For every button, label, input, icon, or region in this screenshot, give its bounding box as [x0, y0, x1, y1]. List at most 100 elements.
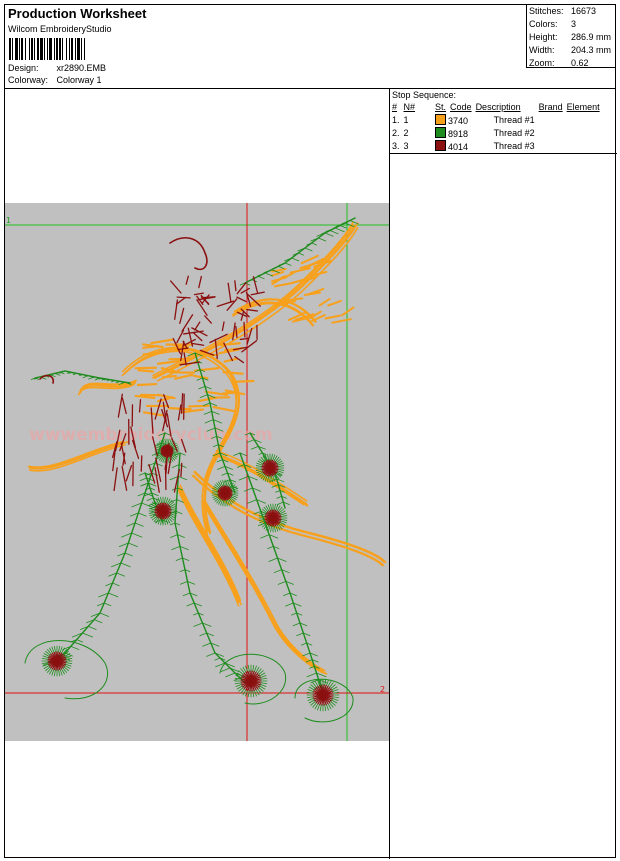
body-feather — [216, 459, 223, 463]
column-divider — [389, 89, 390, 859]
stat-zoom-label: Zoom: — [529, 58, 555, 68]
colorway-label: Colorway: — [8, 75, 49, 85]
tail-feather-mid — [179, 569, 186, 573]
page-title: Production Worksheet — [8, 6, 147, 21]
wing-feather-top — [329, 230, 339, 235]
colorway-value: Colorway 1 — [56, 75, 102, 85]
orange-wing-fill — [270, 270, 285, 277]
col-header-needle: N# — [403, 102, 416, 112]
orange-stitch-run — [27, 440, 125, 468]
eye-fringe — [270, 525, 273, 533]
tail-feather-left — [124, 552, 133, 557]
row-code: 4014 — [448, 141, 469, 152]
red-crest-stitch — [196, 299, 208, 316]
tail-feather-left — [107, 592, 119, 598]
row-needle: 3 — [403, 140, 409, 151]
table-row: 2. 2 8918 Thread #2 — [390, 126, 602, 139]
table-row: 3. 3 4014 Thread #3 — [390, 139, 602, 152]
red-crest-stitch — [221, 321, 225, 332]
tail-feather-left — [76, 639, 84, 643]
row-index: 3. — [392, 140, 400, 151]
tail-feather-mid — [177, 475, 188, 481]
watermark-text: wwwembroideryclub.com — [29, 425, 273, 445]
orange-body-fill — [192, 374, 209, 380]
orange-body-fill — [142, 411, 164, 417]
red-crest-stitch — [252, 276, 259, 294]
row-brand — [537, 113, 565, 126]
design-value: xr2890.EMB — [56, 63, 107, 73]
red-crest-stitch — [174, 299, 179, 320]
body-feather — [204, 419, 214, 424]
orange-body-fill — [168, 371, 196, 374]
eye-fringe — [58, 645, 61, 653]
orange-wing-fill — [273, 281, 295, 288]
orange-body-fill — [231, 379, 255, 383]
end-marker: 2 — [380, 685, 385, 694]
side-feather — [276, 495, 283, 499]
orange-wing-fill — [303, 291, 322, 296]
tail-feather-right — [233, 452, 241, 456]
red-plume-stitch — [121, 397, 127, 415]
tail-feather-right — [306, 672, 317, 678]
stat-height: Height: 286.9 mm — [529, 32, 611, 42]
tail-feather-right — [285, 602, 294, 607]
thread-1-stitches — [27, 221, 387, 675]
eye-fringe — [280, 515, 288, 518]
small-feather — [138, 472, 146, 476]
stat-colors-label: Colors: — [529, 19, 558, 29]
design-preview: 1 2 wwwembroideryclub.com — [5, 203, 389, 741]
tail-loop — [24, 640, 109, 700]
wing-feather-top — [324, 232, 334, 237]
eye-fringe — [231, 493, 239, 496]
table-row: 1. 1 3740 Thread #1 — [390, 113, 602, 126]
eye-fringe — [270, 453, 273, 461]
eye-fringe — [234, 682, 242, 685]
eye-fringe — [259, 675, 267, 678]
eye-fringe — [331, 689, 339, 692]
eye-fringe — [270, 503, 273, 511]
tail-feather-mid — [169, 522, 176, 526]
red-crest-stitch — [169, 280, 182, 294]
eye-fringe — [259, 684, 267, 687]
red-crest-stitch — [190, 342, 205, 346]
tail-feather-right — [296, 632, 304, 637]
stat-stitches-label: Stitches: — [529, 6, 564, 16]
col-header-index: # — [392, 102, 398, 112]
eye-fringe — [59, 669, 63, 676]
orange-body-fill — [136, 382, 158, 387]
eye-fringe — [273, 503, 276, 511]
body-feather — [198, 385, 206, 390]
eye-fringe — [235, 684, 243, 687]
row-code: 3740 — [448, 115, 469, 126]
eye-fringe — [252, 664, 255, 672]
col-header-code: Code — [450, 102, 472, 112]
tail-feather-mid — [206, 652, 216, 657]
red-crest-stitch — [179, 307, 185, 325]
eye-fringe — [58, 669, 61, 677]
eye-fringe — [53, 669, 56, 677]
stat-width: Width: 204.3 mm — [529, 45, 611, 55]
red-crest-stitch — [185, 275, 189, 285]
eye-fringe — [307, 689, 315, 692]
tail-feather-mid — [179, 580, 188, 585]
body-feather — [196, 377, 203, 381]
tail-feather-right — [247, 499, 258, 504]
row-brand — [537, 126, 565, 139]
tail-feather-right — [302, 652, 311, 657]
wing-feather-top — [339, 225, 347, 229]
stat-stitches: Stitches: 16673 — [529, 6, 596, 16]
stat-colors-value: 3 — [571, 19, 577, 29]
row-needle: 2 — [403, 127, 409, 138]
tail-feather-mid — [175, 557, 183, 561]
row-description: Thread #3 — [493, 140, 535, 151]
wing-feather-top — [304, 247, 313, 252]
tail-feather-left — [70, 645, 80, 650]
wing-feather-top — [264, 272, 273, 277]
eye-fringe — [319, 704, 322, 712]
tail-feather-mid — [170, 534, 178, 538]
barcode — [9, 38, 133, 60]
red-plume-stitch — [117, 393, 123, 418]
stat-zoom-value: 0.62 — [571, 58, 589, 68]
barcode-bar — [85, 38, 87, 60]
eye-fringe — [225, 499, 228, 507]
